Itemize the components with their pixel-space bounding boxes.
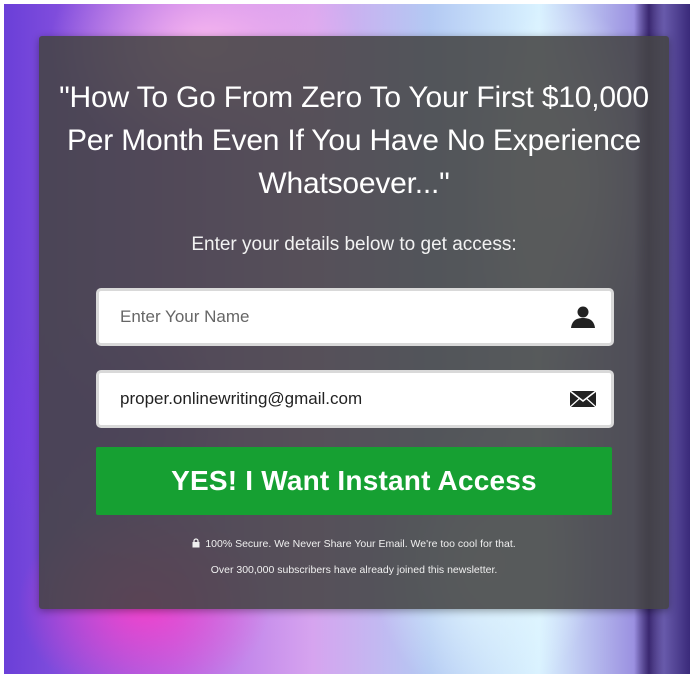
submit-button[interactable]: YES! I Want Instant Access bbox=[96, 447, 612, 515]
headline: "How To Go From Zero To Your First $10,0… bbox=[59, 81, 649, 200]
name-field bbox=[96, 288, 614, 346]
email-input[interactable] bbox=[99, 373, 570, 425]
envelope-icon bbox=[569, 387, 597, 411]
name-input[interactable] bbox=[99, 291, 570, 343]
lock-icon bbox=[192, 538, 200, 551]
user-icon bbox=[569, 305, 597, 329]
privacy-text: 100% Secure. We Never Share Your Email. … bbox=[205, 538, 516, 550]
privacy-note: 100% Secure. We Never Share Your Email. … bbox=[39, 538, 669, 551]
subscribers-note: Over 300,000 subscribers have already jo… bbox=[210, 564, 498, 576]
optin-panel: "How To Go From Zero To Your First $10,0… bbox=[39, 36, 669, 609]
subheadline: Enter your details below to get access: bbox=[191, 234, 517, 255]
email-field bbox=[96, 370, 614, 428]
